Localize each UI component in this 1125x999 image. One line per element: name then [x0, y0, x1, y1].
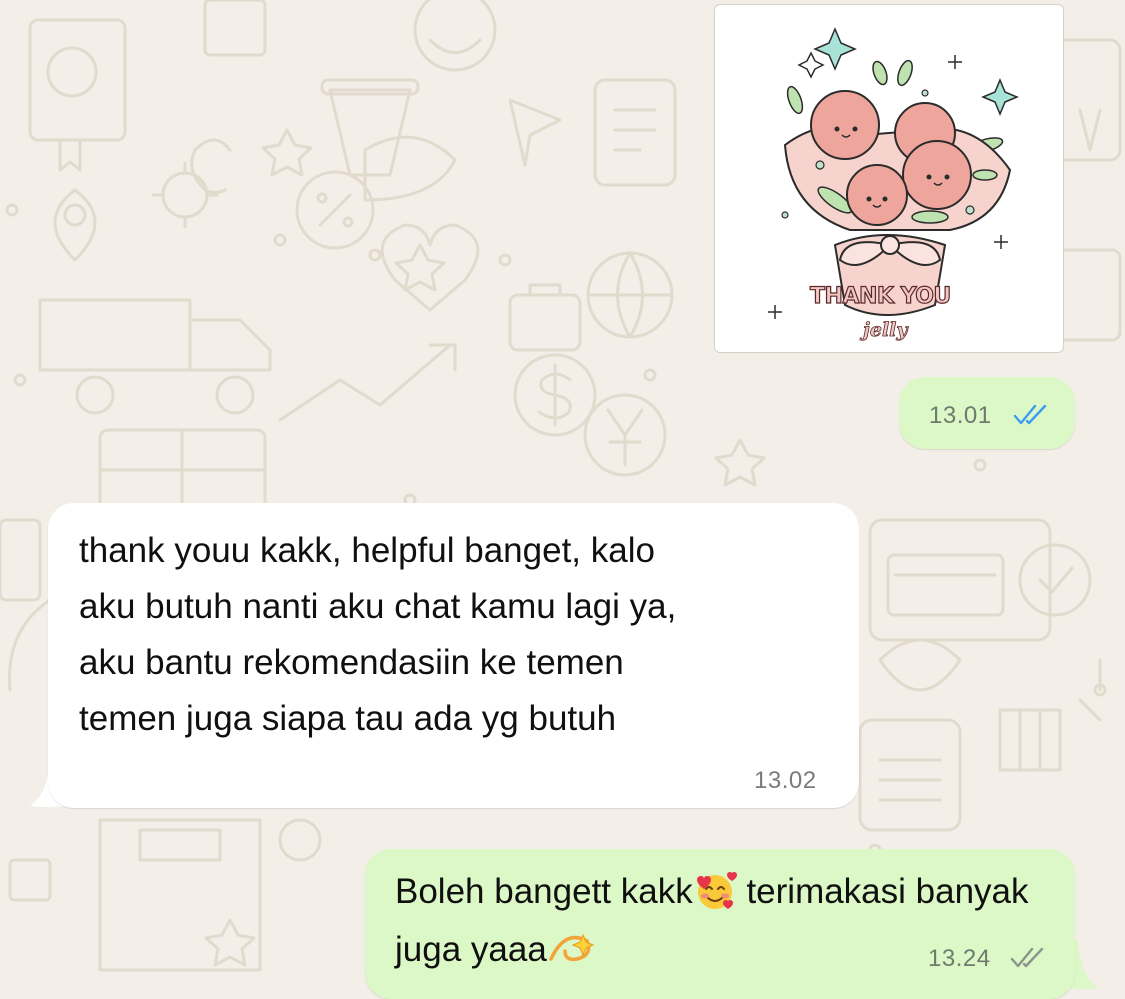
delivered-double-check-icon	[1010, 947, 1044, 968]
message-time: 13.01	[929, 402, 992, 429]
sticker-caption-title: THANK YOU	[809, 283, 951, 309]
message-text: thank youu kakk, helpful banget, kalo ak…	[79, 531, 677, 738]
smiling-face-with-hearts-emoji-icon	[696, 872, 737, 909]
dizzy-emoji-icon	[549, 933, 595, 962]
message-time: 13.24	[928, 945, 991, 972]
sticker-timestamp-bubble: 13.01	[899, 377, 1075, 449]
message-text-part: Boleh bangett kakk	[395, 872, 693, 911]
message-time: 13.02	[754, 767, 817, 794]
outgoing-message-bubble[interactable]: Boleh bangett kakk terimakasi banyak jug…	[365, 849, 1075, 999]
read-double-check-icon	[1013, 404, 1047, 425]
sticker-caption-name: jelly	[863, 319, 908, 342]
sticker-message[interactable]: THANK YOU jelly	[714, 4, 1064, 353]
incoming-message-bubble[interactable]: thank youu kakk, helpful banget, kalo ak…	[48, 503, 859, 808]
